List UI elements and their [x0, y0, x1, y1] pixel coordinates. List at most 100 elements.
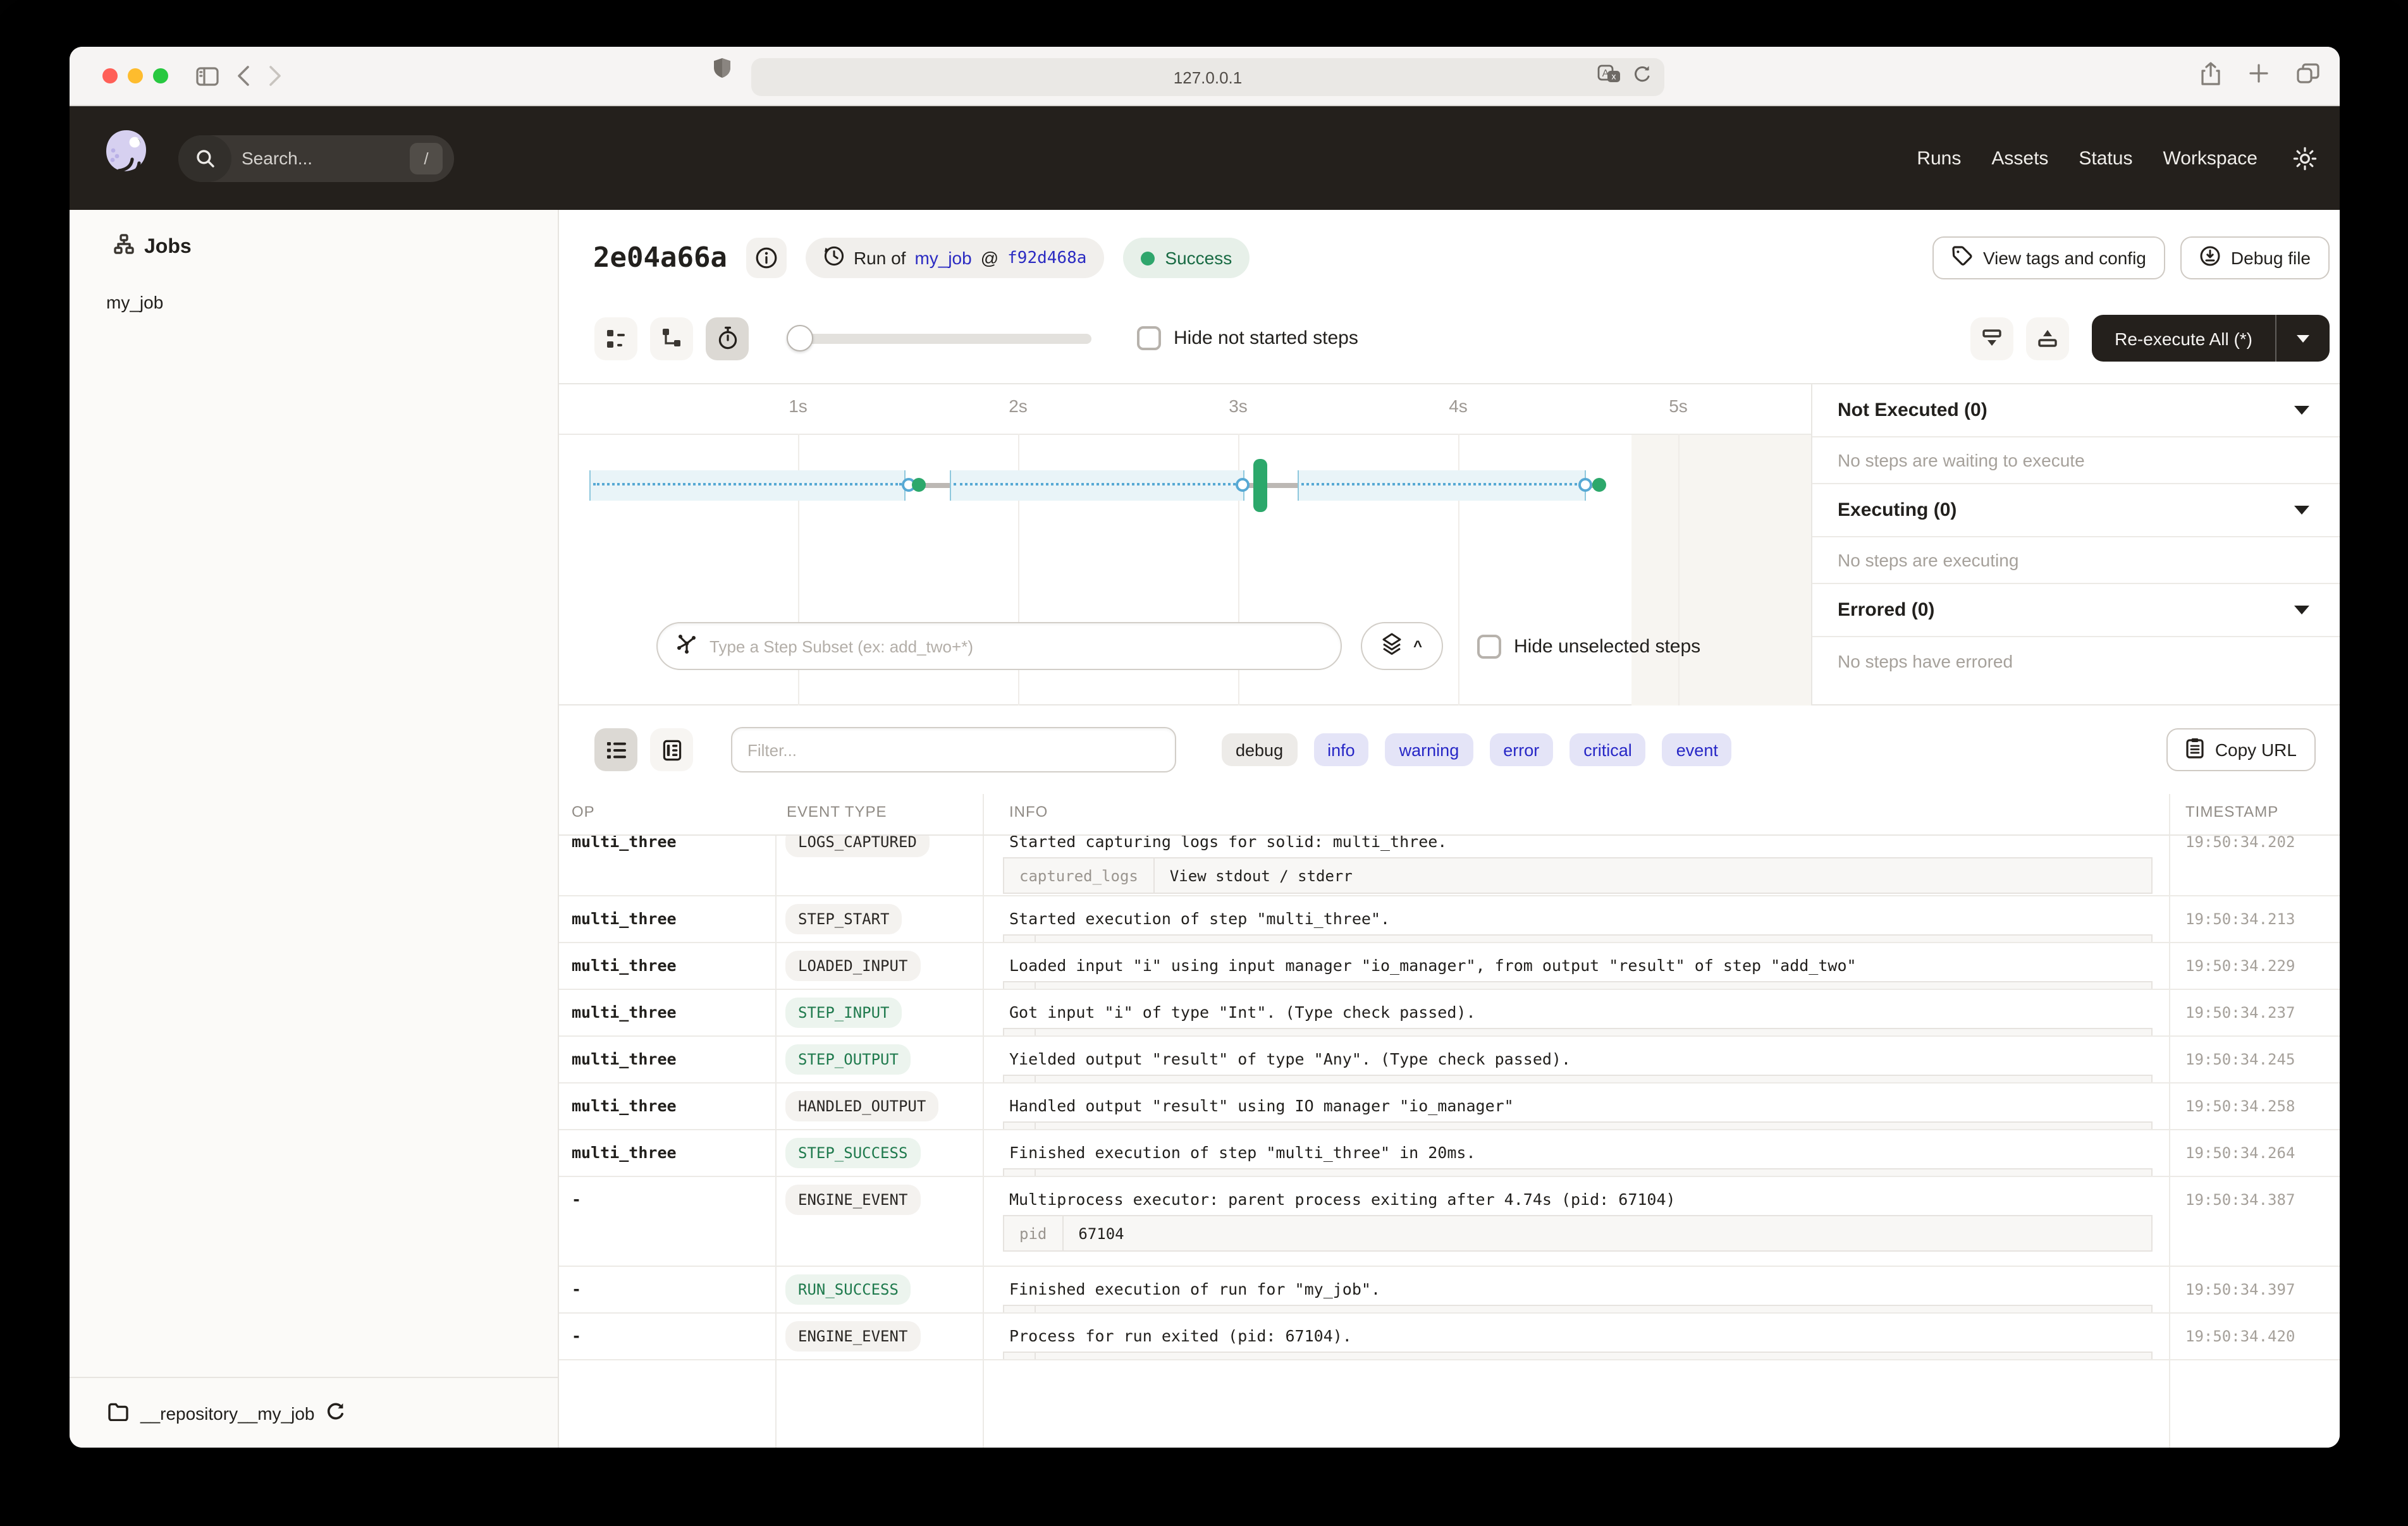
snapshot-link[interactable]: f92d468a [1007, 248, 1086, 267]
event-type-chip[interactable]: STEP_START [785, 904, 902, 934]
log-table-row[interactable]: multi_three LOGS_CAPTURED Started captur… [559, 836, 2340, 896]
log-metadata-box[interactable] [1003, 1168, 2153, 1176]
log-table-row[interactable]: - ENGINE_EVENT Process for run exited (p… [559, 1314, 2340, 1360]
global-search[interactable]: Search... / [178, 135, 454, 181]
debug-file-button[interactable]: Debug file [2180, 236, 2330, 279]
zoom-slider[interactable] [789, 325, 1091, 351]
expand-all-icon[interactable] [2026, 317, 2069, 360]
tab-overview-icon[interactable] [2297, 63, 2319, 90]
level-filter-debug[interactable]: debug [1222, 733, 1297, 766]
log-list-view-icon[interactable] [594, 728, 637, 771]
level-filter-warning[interactable]: warning [1385, 733, 1473, 766]
metadata-value[interactable]: View stdout / stderr [1155, 867, 1353, 884]
reexecute-dropdown-caret[interactable] [2276, 315, 2330, 362]
metadata-value[interactable]: 67104 [1063, 1224, 1124, 1242]
close-window-button[interactable] [102, 68, 118, 83]
log-table-row[interactable]: multi_three STEP_OUTPUT Yielded output "… [559, 1037, 2340, 1083]
back-button[interactable] [236, 66, 250, 86]
log-table-row[interactable]: - ENGINE_EVENT Multiprocess executor: pa… [559, 1177, 2340, 1267]
hide-not-started-checkbox[interactable] [1137, 326, 1161, 350]
url-bar[interactable]: 127.0.0.1 Ax [751, 58, 1664, 96]
repository-row[interactable]: __repository__my_job [70, 1377, 558, 1448]
nav-workspace[interactable]: Workspace [2163, 147, 2258, 169]
view-tags-config-label: View tags and config [1983, 248, 2146, 268]
event-type-chip[interactable]: STEP_INPUT [785, 998, 902, 1028]
log-metadata-box[interactable] [1003, 1121, 2153, 1129]
view-flat-icon[interactable] [594, 317, 637, 360]
event-type-chip[interactable]: HANDLED_OUTPUT [785, 1091, 938, 1121]
settings-gear-icon[interactable] [2293, 146, 2317, 170]
metadata-label: pid [1004, 1216, 1063, 1250]
level-filter-info[interactable]: info [1313, 733, 1369, 766]
log-metadata-box[interactable] [1003, 1075, 2153, 1082]
log-op: - [572, 1177, 775, 1209]
sidebar-toggle-icon[interactable] [196, 66, 219, 85]
event-type-chip[interactable]: ENGINE_EVENT [785, 1321, 920, 1352]
translate-icon[interactable]: Ax [1597, 64, 1621, 90]
log-table-row[interactable]: multi_three STEP_SUCCESS Finished execut… [559, 1130, 2340, 1177]
view-timed-icon[interactable] [706, 317, 749, 360]
hide-unselected-checkbox[interactable] [1477, 634, 1501, 658]
level-filter-critical[interactable]: critical [1570, 733, 1646, 766]
share-icon[interactable] [2201, 61, 2221, 92]
event-type-chip[interactable]: STEP_OUTPUT [785, 1044, 911, 1075]
nav-assets[interactable]: Assets [1991, 147, 2048, 169]
nav-status[interactable]: Status [2079, 147, 2132, 169]
zoom-window-button[interactable] [153, 68, 168, 83]
reexecute-all-label[interactable]: Re-execute All (*) [2092, 315, 2276, 362]
step-subset-input-wrap[interactable] [656, 622, 1342, 670]
collapse-all-icon[interactable] [1970, 317, 2013, 360]
debug-file-label: Debug file [2231, 248, 2311, 268]
log-metadata-box[interactable] [1003, 934, 2153, 942]
level-filter-event[interactable]: event [1662, 733, 1732, 766]
reexecute-all-button[interactable]: Re-execute All (*) [2092, 315, 2330, 362]
info-icon[interactable] [746, 238, 787, 278]
hide-unselected-checkbox-row[interactable]: Hide unselected steps [1477, 634, 1700, 658]
log-metadata-box[interactable] [1003, 1028, 2153, 1035]
gantt-axis-line [559, 434, 1811, 435]
log-table-row[interactable]: multi_three HANDLED_OUTPUT Handled outpu… [559, 1083, 2340, 1130]
log-table-empty-area [559, 1360, 2340, 1448]
nav-runs[interactable]: Runs [1917, 147, 1961, 169]
event-type-chip[interactable]: STEP_SUCCESS [785, 1138, 920, 1168]
copy-url-button[interactable]: Copy URL [2167, 728, 2316, 771]
hide-not-started-checkbox-row[interactable]: Hide not started steps [1137, 326, 1358, 350]
log-table-row[interactable]: - RUN_SUCCESS Finished execution of run … [559, 1267, 2340, 1314]
panel-section-header[interactable]: Errored (0) [1812, 584, 2340, 637]
log-filter-input[interactable] [731, 727, 1176, 772]
view-waterfall-icon[interactable] [650, 317, 693, 360]
level-filter-error[interactable]: error [1489, 733, 1553, 766]
log-timestamp: 19:50:34.213 [2185, 896, 2340, 928]
panel-section-title: Errored (0) [1838, 599, 1934, 621]
log-table-row[interactable]: multi_three STEP_INPUT Got input "i" of … [559, 990, 2340, 1037]
reload-icon[interactable] [1633, 64, 1652, 90]
apply-subset-button[interactable]: ^ [1361, 622, 1443, 670]
log-table-row[interactable]: multi_three LOADED_INPUT Loaded input "i… [559, 943, 2340, 990]
view-tags-config-button[interactable]: View tags and config [1932, 236, 2165, 279]
log-timestamp: 19:50:34.420 [2185, 1314, 2340, 1345]
new-tab-icon[interactable] [2249, 63, 2269, 90]
event-type-chip[interactable]: LOGS_CAPTURED [785, 836, 930, 857]
reload-repository-icon[interactable] [326, 1401, 345, 1424]
event-type-chip[interactable]: LOADED_INPUT [785, 951, 920, 981]
log-metadata-box[interactable] [1003, 1305, 2153, 1312]
dagster-logo[interactable] [101, 128, 152, 188]
job-link[interactable]: my_job [914, 248, 971, 268]
log-metadata-box[interactable] [1003, 981, 2153, 989]
log-metadata-box[interactable]: pid 67104 [1003, 1215, 2153, 1252]
log-metadata-box[interactable]: captured_logs View stdout / stderr [1003, 857, 2153, 894]
event-type-chip[interactable]: RUN_SUCCESS [785, 1274, 911, 1305]
minimize-window-button[interactable] [128, 68, 143, 83]
panel-section-header[interactable]: Executing (0) [1812, 484, 2340, 537]
panel-section-header[interactable]: Not Executed (0) [1812, 384, 2340, 437]
zoom-slider-thumb[interactable] [787, 325, 813, 351]
forward-button[interactable] [268, 66, 282, 86]
log-structured-view-icon[interactable] [650, 728, 693, 771]
log-table-row[interactable]: multi_three STEP_START Started execution… [559, 896, 2340, 943]
privacy-shield-icon[interactable] [712, 57, 732, 86]
log-metadata-box[interactable] [1003, 1352, 2153, 1359]
sidebar-job-my_job[interactable]: my_job [70, 283, 558, 321]
copy-url-label: Copy URL [2215, 740, 2297, 760]
event-type-chip[interactable]: ENGINE_EVENT [785, 1185, 920, 1215]
step-subset-input[interactable] [710, 637, 1323, 656]
